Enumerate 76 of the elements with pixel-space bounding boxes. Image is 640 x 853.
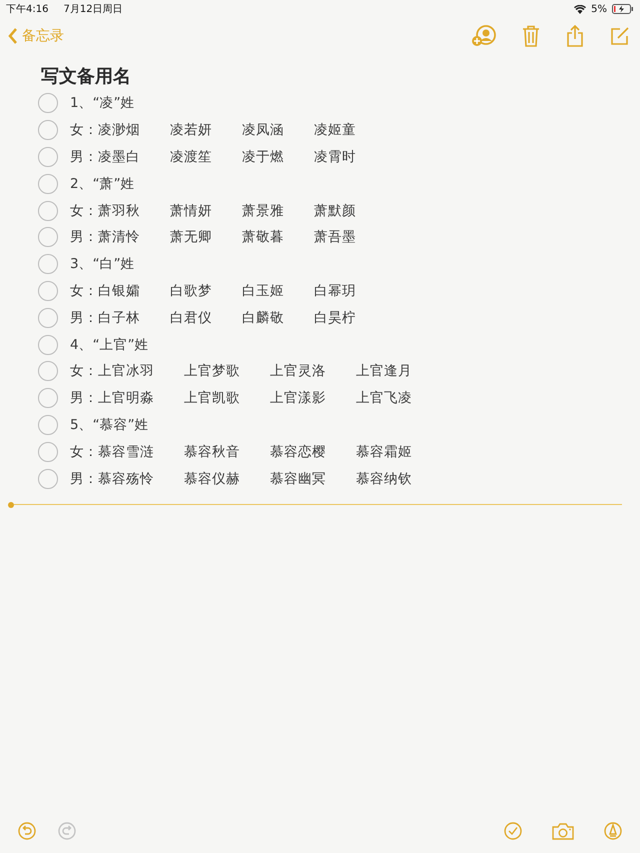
name-text: 萧无卿 [170,228,212,246]
checklist-circle[interactable] [38,254,58,274]
name-text: 白君仪 [170,308,212,327]
checklist-circle[interactable] [38,174,58,194]
name-text: 女：萧羽秋 [70,202,140,220]
name-text: 男：凌墨白 [70,148,140,166]
name-text: 萧情妍 [170,202,212,220]
checklist-circle[interactable] [38,468,58,489]
camera-icon[interactable] [552,822,574,840]
name-text: 上官飞凌 [356,389,412,408]
share-icon[interactable] [566,25,584,47]
name-text: 慕容霜姬 [356,442,412,461]
checklist-circle[interactable] [38,414,58,435]
checklist-circle[interactable] [38,146,58,167]
name-text: 凌凤涵 [242,121,284,140]
name-text: 男：慕容殇怜 [70,470,154,488]
status-time: 下午4:16 [6,3,48,16]
note-title: 写文备用名 [41,65,132,89]
pen-icon[interactable] [604,822,622,840]
name-text: 凌姬童 [314,121,356,140]
name-text: 女：凌渺烟 [70,121,140,140]
name-text: 上官逢月 [356,362,412,380]
checklist-circle[interactable] [38,280,58,301]
name-text: 萧敬暮 [242,228,284,246]
checklist-circle[interactable] [38,442,58,462]
name-text: 男：上官明淼 [70,389,154,408]
checklist-circle[interactable] [38,361,58,382]
name-text: 凌霄时 [314,148,356,166]
name-text: 萧吾墨 [314,228,356,246]
name-text: 慕容仪赫 [184,470,240,488]
checklist-heading: 1、“凌”姓 [70,94,135,112]
name-text: 萧默颜 [314,202,356,220]
checklist-circle[interactable] [38,93,58,114]
battery-icon [612,4,634,14]
name-text: 白幂玥 [314,282,356,300]
name-text: 慕容幽冥 [270,470,326,488]
name-text: 慕容秋音 [184,442,240,461]
checklist-circle[interactable] [38,120,58,140]
battery-percent: 5% [591,4,607,14]
name-text: 上官灵洛 [270,362,326,380]
name-text: 女：慕容雪涟 [70,442,154,461]
compose-icon[interactable] [610,26,630,46]
name-text: 白玉姬 [242,282,284,300]
chevron-icon [8,28,18,44]
checklist-circle[interactable] [38,200,58,221]
checklist-circle[interactable] [38,308,58,328]
name-text: 慕容纳钦 [356,470,412,488]
name-text: 凌于燃 [242,148,284,166]
name-text: 女：白银孀 [70,282,140,300]
name-text: 白昊柠 [314,308,356,327]
name-text: 上官凯歌 [184,389,240,408]
checklist-heading: 2、“萧”姓 [70,174,135,193]
name-text: 萧景雅 [242,202,284,220]
checklist-circle[interactable] [38,227,58,248]
name-text: 男：白子林 [70,308,140,327]
checklist-circle[interactable] [38,388,58,408]
name-text: 凌渡笙 [170,148,212,166]
checklist-circle[interactable] [38,334,58,355]
name-text: 上官梦歌 [184,362,240,380]
name-text: 慕容恋樱 [270,442,326,461]
checkmark-icon[interactable] [504,822,522,840]
name-text: 男：萧清怜 [70,228,140,246]
name-text: 白麟敬 [242,308,284,327]
add-person-icon[interactable] [472,25,496,47]
checklist-heading: 5、“慕容”姓 [70,416,149,434]
checklist-heading: 3、“白”姓 [70,255,135,274]
checklist-heading: 4、“上官”姓 [70,336,149,354]
name-text: 凌若妍 [170,121,212,140]
back-button[interactable]: 备忘录 [8,27,64,45]
name-text: 白歌梦 [170,282,212,300]
name-text: 女：上官冰羽 [70,362,154,380]
undo-icon[interactable] [18,822,36,840]
name-text: 上官漾影 [270,389,326,408]
trash-icon[interactable] [522,25,540,47]
status-date: 7月12日周日 [63,3,123,16]
wifi-icon [574,4,586,14]
